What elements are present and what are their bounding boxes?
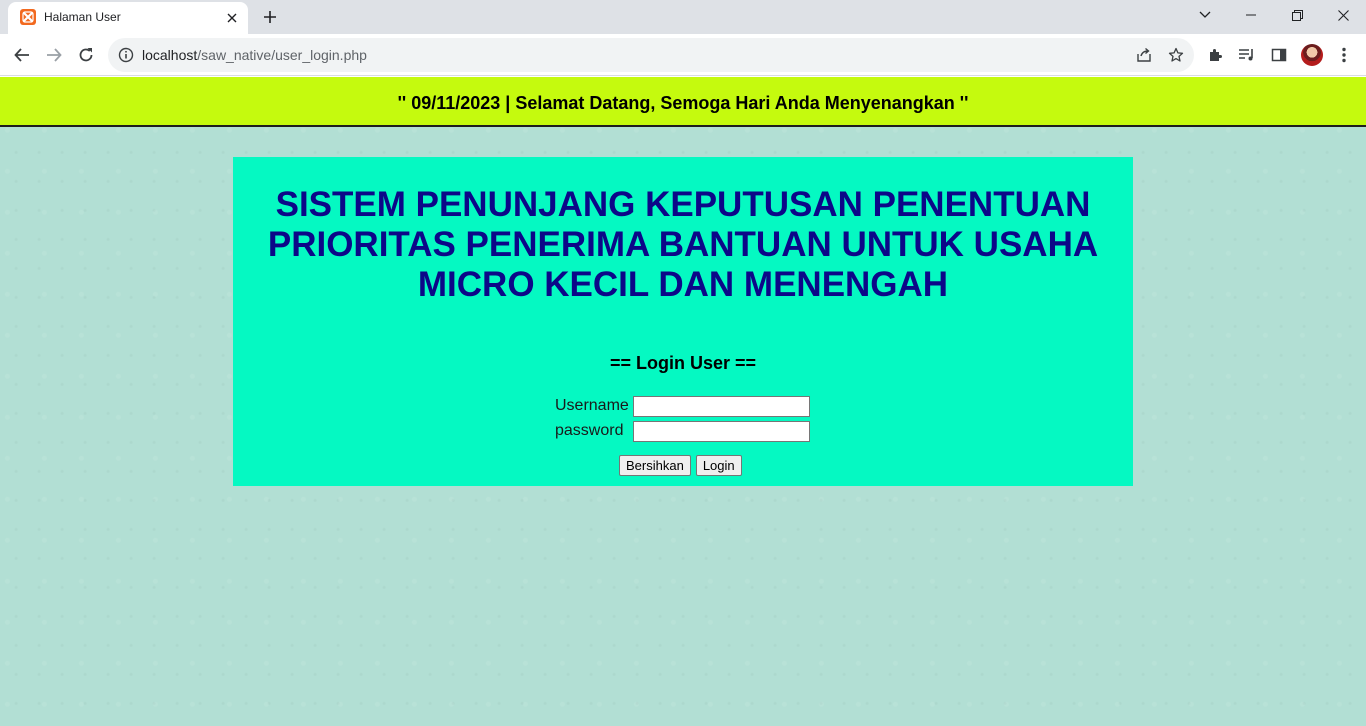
tab-title: Halaman User	[44, 10, 121, 24]
username-input[interactable]	[633, 395, 810, 417]
app-title: SISTEM PENUNJANG KEPUTUSAN PENENTUAN PRI…	[253, 185, 1113, 305]
welcome-banner: '' 09/11/2023 | Selamat Datang, Semoga H…	[0, 77, 1366, 127]
new-tab-icon[interactable]	[258, 6, 282, 28]
minimize-icon[interactable]	[1228, 0, 1274, 30]
restore-icon[interactable]	[1274, 0, 1320, 30]
site-info-icon[interactable]	[118, 47, 134, 63]
bookmark-star-icon[interactable]	[1167, 46, 1185, 64]
app-title-line: PRIORITAS PENERIMA BANTUAN UNTUK USAHA	[267, 225, 1099, 264]
menu-kebab-icon[interactable]	[1334, 45, 1354, 65]
page-body: '' 09/11/2023 | Selamat Datang, Semoga H…	[0, 77, 1366, 726]
browser-tab-strip: Halaman User	[0, 0, 1366, 34]
reload-icon[interactable]	[72, 41, 100, 69]
extensions-puzzle-icon[interactable]	[1206, 45, 1226, 65]
password-row: password	[555, 420, 810, 442]
password-input[interactable]	[633, 420, 810, 442]
url-path: /saw_native/user_login.php	[197, 47, 367, 63]
url-host: localhost	[142, 47, 198, 63]
login-panel: SISTEM PENUNJANG KEPUTUSAN PENENTUAN PRI…	[233, 157, 1133, 486]
profile-avatar[interactable]	[1301, 44, 1323, 66]
forward-arrow-icon[interactable]	[40, 41, 68, 69]
login-heading: == Login User ==	[609, 353, 757, 373]
reading-list-icon[interactable]	[1237, 45, 1257, 65]
address-bar[interactable]: localhost/saw_native/user_login.php	[108, 38, 1194, 72]
app-title-line: SISTEM PENUNJANG KEPUTUSAN PENENTUAN	[275, 185, 1091, 224]
xampp-favicon-icon	[20, 9, 36, 25]
form-buttons: Bersihkan Login	[619, 455, 742, 476]
app-title-line: MICRO KECIL DAN MENENGAH	[417, 265, 949, 304]
share-icon[interactable]	[1135, 46, 1153, 64]
back-arrow-icon[interactable]	[8, 41, 36, 69]
tab-close-icon[interactable]	[222, 8, 242, 28]
clear-button[interactable]: Bersihkan	[619, 455, 691, 476]
url-text: localhost/saw_native/user_login.php	[142, 47, 367, 63]
side-panel-icon[interactable]	[1269, 45, 1289, 65]
username-row: Username	[555, 395, 810, 417]
close-window-icon[interactable]	[1320, 0, 1366, 30]
login-button[interactable]: Login	[695, 455, 742, 476]
tab-search-chevron-icon[interactable]	[1182, 0, 1228, 30]
password-label: password	[555, 422, 624, 439]
username-label: Username	[555, 397, 629, 414]
banner-text: '' 09/11/2023 | Selamat Datang, Semoga H…	[397, 92, 969, 113]
browser-tab[interactable]: Halaman User	[8, 2, 248, 34]
browser-toolbar: localhost/saw_native/user_login.php	[0, 34, 1366, 76]
